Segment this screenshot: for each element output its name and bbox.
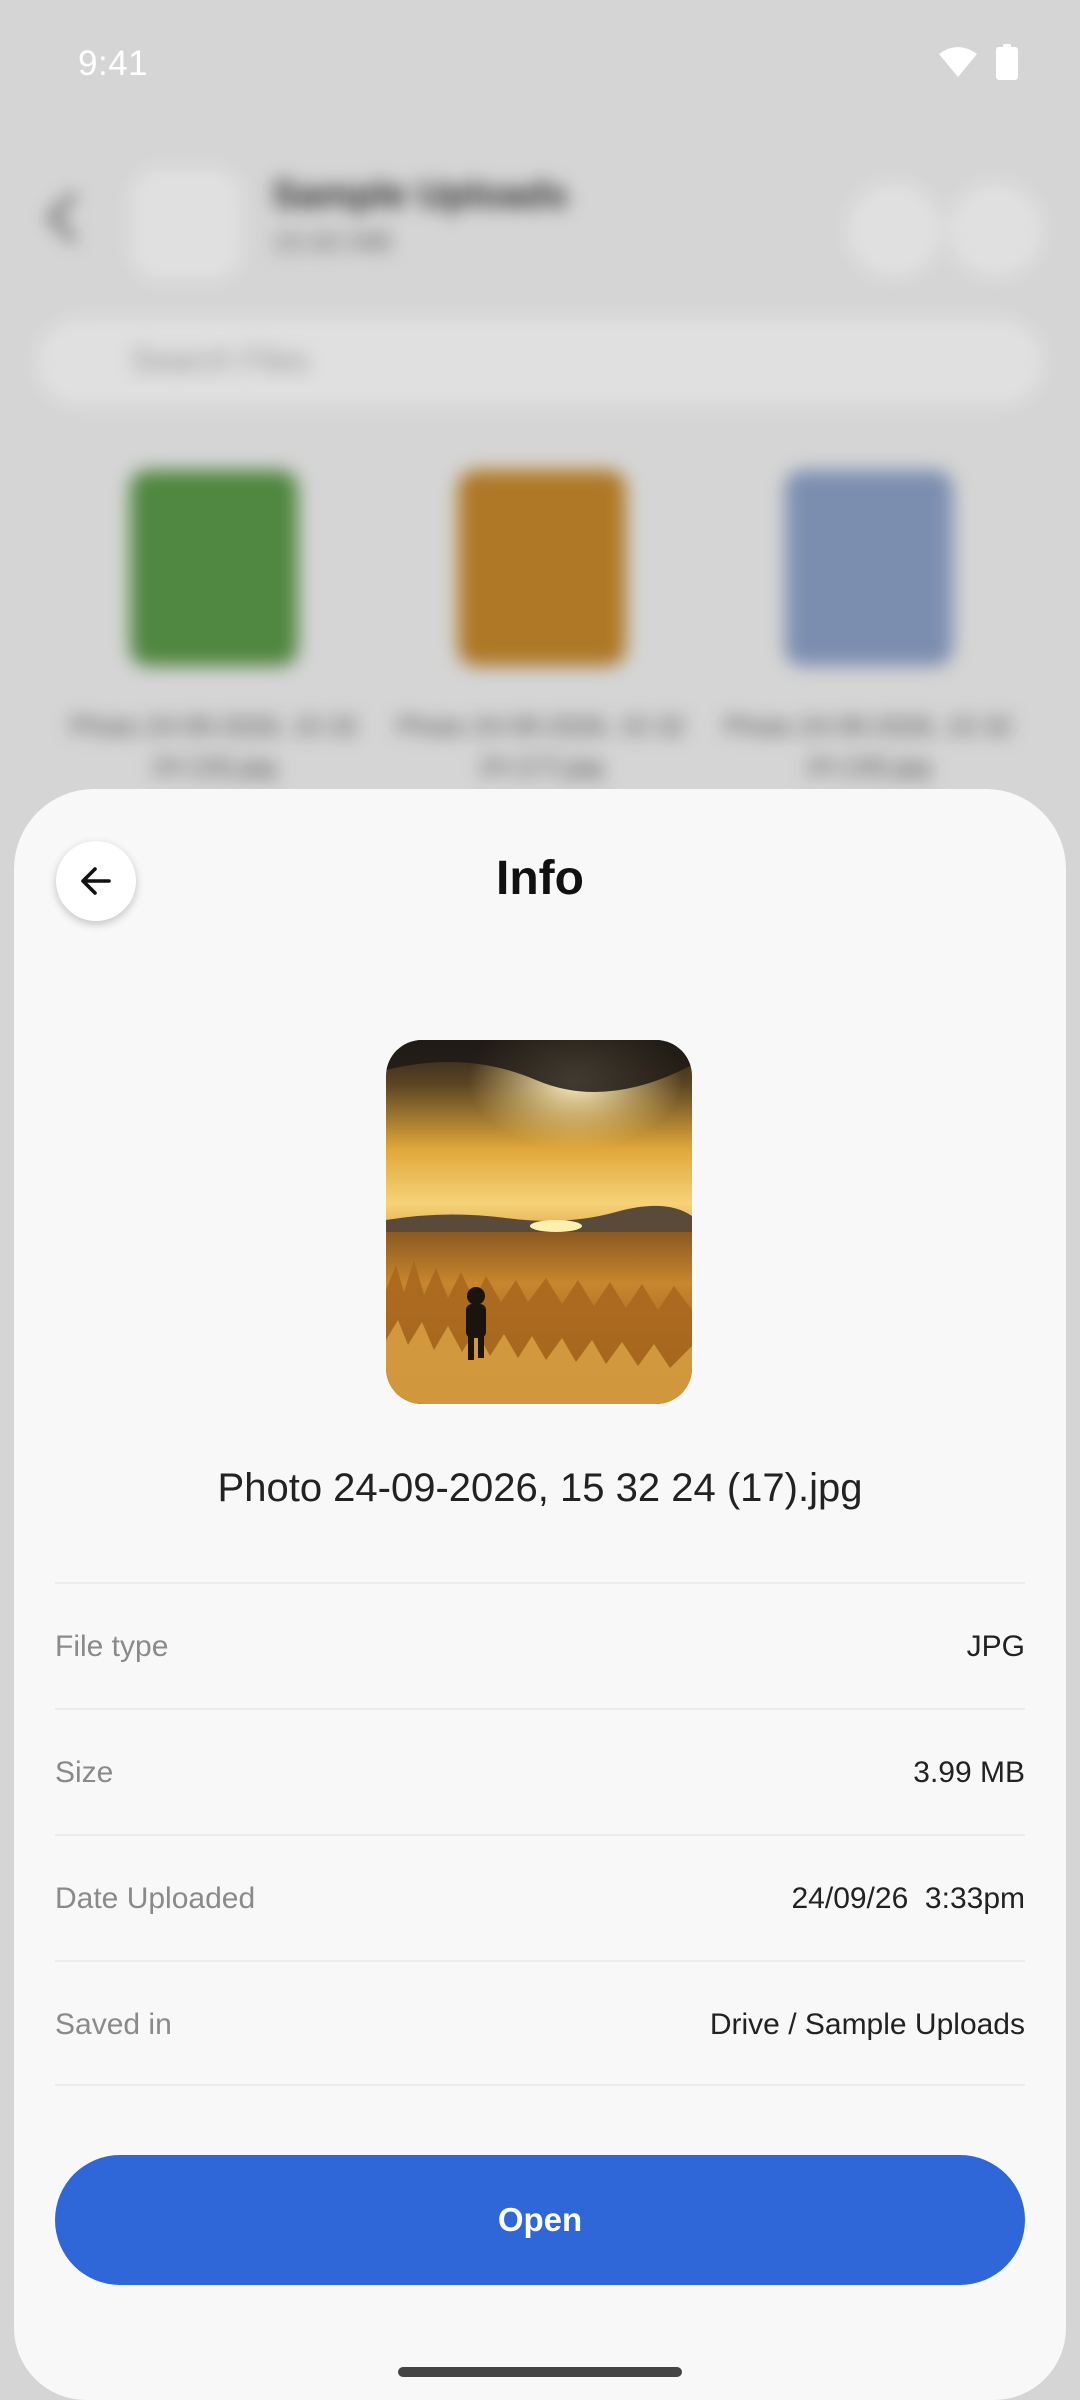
detail-value: JPG <box>966 1630 1025 1663</box>
status-bar: 9:41 <box>0 0 1080 135</box>
detail-row-saved-in: Saved in Drive / Sample Uploads <box>55 1960 1025 2086</box>
detail-value: 3.99 MB <box>913 1756 1025 1789</box>
info-sheet: Info Photo 24-09-2026, 15 32 24 (17).jpg… <box>14 789 1066 2400</box>
landscape-photo <box>386 1040 692 1404</box>
detail-label: Date Uploaded <box>55 1882 256 1915</box>
status-time: 9:41 <box>78 44 149 83</box>
status-icons <box>938 44 1018 80</box>
open-button[interactable]: Open <box>55 2155 1025 2285</box>
battery-icon <box>996 44 1018 80</box>
sheet-title: Info <box>496 852 584 905</box>
file-preview-image <box>386 1040 692 1404</box>
wifi-icon <box>939 47 977 77</box>
detail-value: Drive / Sample Uploads <box>709 2008 1025 2041</box>
file-name: Photo 24-09-2026, 15 32 24 (17).jpg <box>217 1466 863 1510</box>
detail-label: Size <box>55 1756 114 1789</box>
detail-row-size: Size 3.99 MB <box>55 1708 1025 1834</box>
detail-value: 24/09/26 3:33pm <box>791 1882 1025 1915</box>
detail-label: Saved in <box>55 2008 172 2041</box>
file-details-list: File type JPG Size 3.99 MB Date Uploaded… <box>55 1582 1025 2086</box>
detail-label: File type <box>55 1630 169 1663</box>
detail-row-file-type: File type JPG <box>55 1582 1025 1708</box>
home-indicator[interactable] <box>398 2367 682 2377</box>
detail-row-date-uploaded: Date Uploaded 24/09/26 3:33pm <box>55 1834 1025 1960</box>
